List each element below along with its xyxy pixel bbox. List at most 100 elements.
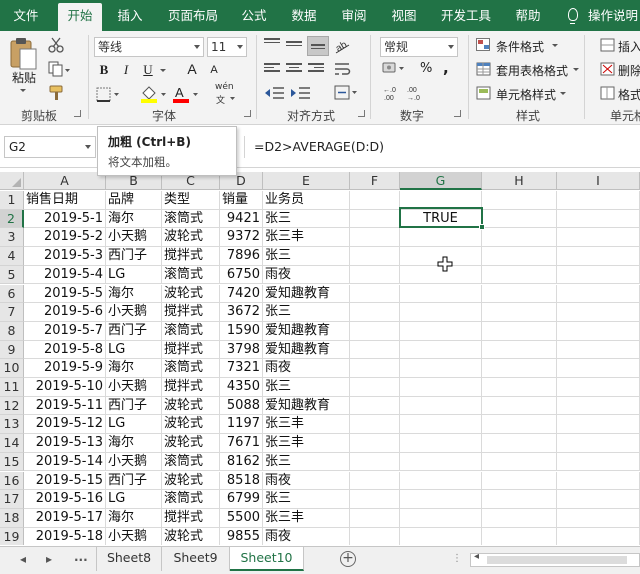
cell-f16[interactable] — [350, 471, 400, 491]
cell-i15[interactable] — [557, 452, 640, 472]
sheet-tab-sheet9[interactable]: Sheet9 — [162, 547, 230, 571]
cell-h8[interactable] — [482, 321, 557, 341]
cell-e19[interactable]: 雨夜 — [263, 527, 350, 545]
cell-g6[interactable] — [400, 284, 482, 304]
cell-c4[interactable]: 搅拌式 — [162, 247, 220, 266]
cell-b16[interactable]: 西门子 — [106, 471, 162, 491]
cell-c6[interactable]: 波轮式 — [162, 284, 220, 304]
tab-insert[interactable]: 插入 — [110, 0, 150, 31]
cell-i1[interactable] — [557, 191, 640, 210]
cell-b6[interactable]: 海尔 — [106, 284, 162, 304]
cell-b7[interactable]: 小天鹅 — [106, 303, 162, 322]
borders-icon[interactable] — [96, 87, 122, 103]
cell-i17[interactable] — [557, 490, 640, 509]
cell-f19[interactable] — [350, 527, 400, 545]
paste-icon[interactable] — [8, 37, 38, 71]
cell-b15[interactable]: 小天鹅 — [106, 452, 162, 472]
cell-f17[interactable] — [350, 490, 400, 509]
cell-h4[interactable] — [482, 247, 557, 266]
increase-decimal-icon[interactable]: ←.0 .00 — [382, 85, 404, 101]
cell-d19[interactable]: 9855 — [220, 527, 263, 545]
delete-cells-button[interactable]: 删除 — [618, 62, 640, 79]
cell-b14[interactable]: 海尔 — [106, 434, 162, 453]
cell-e16[interactable]: 雨夜 — [263, 471, 350, 491]
cell-d5[interactable]: 6750 — [220, 265, 263, 285]
cell-e1[interactable]: 业务员 — [263, 191, 350, 210]
column-header-a[interactable]: A — [24, 172, 106, 190]
decrease-indent-icon[interactable] — [264, 85, 286, 101]
format-painter-icon[interactable] — [48, 85, 66, 101]
cell-c14[interactable]: 波轮式 — [162, 434, 220, 453]
tab-view[interactable]: 视图 — [384, 0, 424, 31]
cell-g17[interactable] — [400, 490, 482, 509]
font-name-select[interactable]: 等线 — [94, 37, 204, 57]
horizontal-scrollbar[interactable]: ◂ — [470, 551, 640, 567]
percent-style-button[interactable]: % — [420, 61, 432, 76]
cell-d12[interactable]: 5088 — [220, 396, 263, 416]
cell-c2[interactable]: 滚筒式 — [162, 209, 220, 229]
row-header[interactable]: 17 — [0, 490, 24, 509]
text-orientation-icon[interactable]: ab — [334, 37, 352, 55]
tab-developer[interactable]: 开发工具 — [434, 0, 498, 31]
tab-home[interactable]: 开始 — [58, 3, 102, 31]
cell-d2[interactable]: 9421 — [220, 209, 263, 229]
cell-a5[interactable]: 2019-5-4 — [24, 265, 106, 285]
cell-h11[interactable] — [482, 378, 557, 397]
sheet-tab-sheet10[interactable]: Sheet10 — [230, 547, 304, 571]
name-box[interactable]: G2 — [4, 136, 96, 158]
row-header[interactable]: 9 — [0, 340, 24, 360]
cell-f5[interactable] — [350, 265, 400, 285]
alignment-launcher-icon[interactable] — [358, 110, 365, 117]
cell-f12[interactable] — [350, 396, 400, 416]
cell-b8[interactable]: 西门子 — [106, 321, 162, 341]
cell-b9[interactable]: LG — [106, 340, 162, 360]
cell-i9[interactable] — [557, 340, 640, 360]
tab-formulas[interactable]: 公式 — [234, 0, 274, 31]
tab-page-layout[interactable]: 页面布局 — [160, 0, 226, 31]
cell-f13[interactable] — [350, 415, 400, 435]
cell-g8[interactable] — [400, 321, 482, 341]
cell-f7[interactable] — [350, 303, 400, 322]
cell-b13[interactable]: LG — [106, 415, 162, 435]
cell-h1[interactable] — [482, 191, 557, 210]
cell-b2[interactable]: 海尔 — [106, 209, 162, 229]
column-header-f[interactable]: F — [350, 172, 400, 190]
cell-d13[interactable]: 1197 — [220, 415, 263, 435]
cell-e15[interactable]: 张三 — [263, 452, 350, 472]
cell-h6[interactable] — [482, 284, 557, 304]
insert-cells-button[interactable]: 插入 — [618, 38, 640, 55]
add-sheet-icon[interactable]: + — [340, 551, 356, 567]
cell-g18[interactable] — [400, 508, 482, 528]
underline-button[interactable]: U — [140, 62, 156, 78]
clipboard-launcher-icon[interactable] — [74, 110, 81, 117]
select-all-button[interactable] — [0, 172, 24, 190]
cell-f6[interactable] — [350, 284, 400, 304]
row-header[interactable]: 1 — [0, 191, 24, 210]
cell-h10[interactable] — [482, 359, 557, 378]
cell-b5[interactable]: LG — [106, 265, 162, 285]
tab-help[interactable]: 帮助 — [508, 0, 548, 31]
cell-d10[interactable]: 7321 — [220, 359, 263, 378]
cell-i6[interactable] — [557, 284, 640, 304]
font-color-icon[interactable]: A — [172, 85, 200, 103]
cell-e5[interactable]: 雨夜 — [263, 265, 350, 285]
copy-icon[interactable] — [48, 61, 70, 77]
cell-b18[interactable]: 海尔 — [106, 508, 162, 528]
cell-i4[interactable] — [557, 247, 640, 266]
cell-e13[interactable]: 张三丰 — [263, 415, 350, 435]
conditional-formatting-button[interactable]: 条件格式 — [496, 38, 544, 55]
merge-center-icon[interactable] — [334, 85, 358, 101]
cell-e14[interactable]: 张三丰 — [263, 434, 350, 453]
cell-styles-button[interactable]: 单元格样式 — [496, 86, 556, 103]
bold-button[interactable]: B — [96, 62, 112, 78]
cell-c11[interactable]: 搅拌式 — [162, 378, 220, 397]
cell-a15[interactable]: 2019-5-14 — [24, 452, 106, 472]
cell-i3[interactable] — [557, 228, 640, 248]
paste-dropdown-icon[interactable] — [20, 89, 26, 92]
cell-e6[interactable]: 爱知趣教育 — [263, 284, 350, 304]
tab-file[interactable]: 文件 — [4, 0, 48, 31]
cell-b4[interactable]: 西门子 — [106, 247, 162, 266]
accounting-format-icon[interactable] — [382, 61, 406, 77]
cell-i16[interactable] — [557, 471, 640, 491]
cell-g10[interactable] — [400, 359, 482, 378]
